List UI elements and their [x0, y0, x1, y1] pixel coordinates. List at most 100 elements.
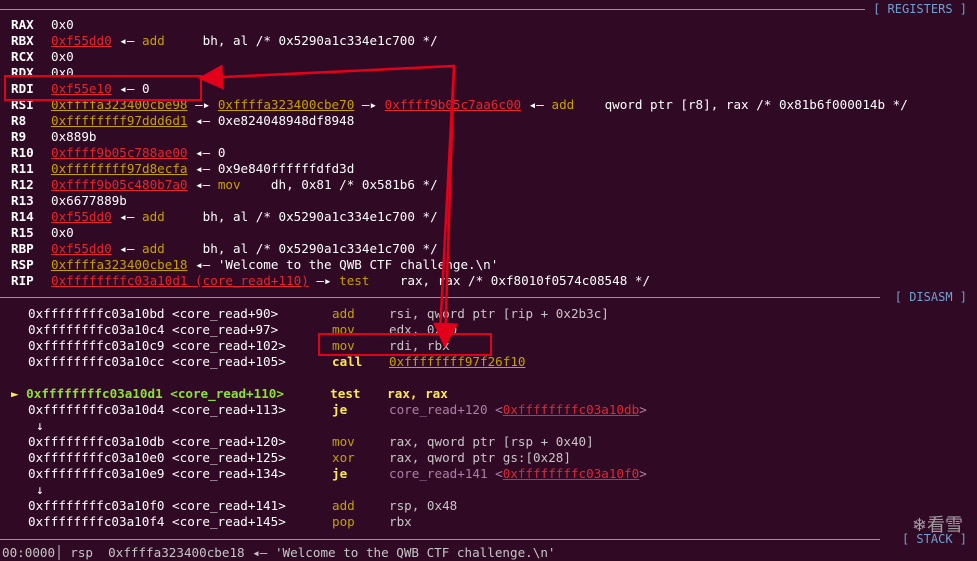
register-value-part: ◂— [187, 177, 218, 192]
register-value-part: ◂— 'Welcome to the QWB CTF challenge.\n' [187, 257, 499, 272]
register-name: R14 [11, 209, 34, 224]
register-value-part: ◂— 0x9e840ffffffdfd3d [187, 161, 355, 176]
snowflake-icon: ❄ [911, 515, 927, 536]
register-value-part: 0xf55dd0 [51, 241, 112, 256]
register-value-part: 0xf55dd0 [51, 33, 112, 48]
disasm-operand: 0xffffffff97f26f10 [389, 354, 526, 369]
disasm-line: 0xffffffffc03a10bd <core_read+90> add rsi,… [28, 306, 609, 322]
disasm-address: 0xffffffffc03a10c4 <core_read+97> [28, 322, 279, 337]
disasm-address: 0xffffffffc03a10bd <core_read+90> [28, 306, 279, 321]
register-r13: R13 0x6677889b [11, 193, 127, 209]
disasm-address: 0xffffffffc03a10f4 <core_read+145> [28, 514, 286, 529]
disasm-operand: rbx [389, 514, 412, 529]
disasm-mnemonic: mov [332, 434, 355, 449]
register-r12: R12 0xffff9b05c480b7a0 ◂— mov dh, 0x81 /*… [11, 177, 438, 193]
register-value-part: 0xffffa323400cbe18 [51, 257, 188, 272]
disasm-operand: rax, rax [387, 386, 448, 401]
register-value-part: 0x0 [51, 49, 74, 64]
registers-header: [ REGISTERS ] [867, 2, 967, 16]
register-value-part: add [142, 209, 165, 224]
disasm-operand: rsi, qword ptr [rip + 0x2b3c] [389, 306, 609, 321]
register-value-part: 0xffff9b05c480b7a0 [51, 177, 188, 192]
disasm-line: 0xffffffffc03a10db <core_read+120> mov rax… [28, 434, 594, 450]
register-value-part: qword ptr [r8], rax /* 0x81b6f000014b */ [574, 97, 908, 112]
register-name: RSP [11, 257, 34, 272]
disasm-mnemonic: test [330, 386, 361, 401]
register-value-part: 0xffff9b05c788ae00 [51, 145, 188, 160]
register-value-part: ◂— 0 [187, 145, 226, 160]
disasm-line: 0xffffffffc03a10f0 <core_read+141> add rsp… [28, 498, 457, 514]
register-value-part: test [339, 273, 370, 288]
register-value-part: add [142, 241, 165, 256]
disasm-mnemonic: call [332, 354, 363, 369]
register-r9: R9 0x889b [11, 129, 97, 145]
register-rip: RIP 0xffffffffc03a10d1 (core_read+110) —▸… [11, 273, 650, 289]
annotation-box-mov-rdi-rbx [318, 333, 492, 356]
register-name: RBX [11, 33, 34, 48]
watermark-logo: ❄看雪 [912, 511, 963, 537]
register-value-part: 0x0 [51, 225, 74, 240]
disasm-line: 0xffffffffc03a10d4 <core_read+113> je core… [28, 402, 647, 418]
disasm-mnemonic: je [332, 402, 348, 417]
disasm-header: [ DISASM ] [888, 290, 967, 304]
disasm-operand: > [639, 402, 647, 417]
disasm-address: 0xffffffffc03a10e0 <core_read+125> [28, 450, 286, 465]
register-r14: R14 0xf55dd0 ◂— add bh, al /* 0x5290a1c33… [11, 209, 438, 225]
disasm-operand: rax, qword ptr gs:[0x28] [389, 450, 571, 465]
annotation-box-rdi [4, 75, 202, 101]
register-value-part: 0x0 [51, 17, 74, 32]
disasm-operand: core_read+141 < [389, 466, 503, 481]
register-value-part: 0xffff9b05c7aa6c00 [384, 97, 522, 112]
register-r15: R15 0x0 [11, 225, 74, 241]
register-name: RCX [11, 49, 34, 64]
disasm-line: 0xffffffffc03a10e0 <core_read+125> xor rax… [28, 450, 571, 466]
disasm-address: 0xffffffffc03a10e9 <core_read+134> [28, 466, 286, 481]
register-name: R8 [11, 113, 27, 128]
disasm-operand: 0xffffffffc03a10f0 [502, 466, 640, 481]
register-value-part: ◂— [111, 241, 143, 256]
register-name: RBP [11, 241, 34, 256]
register-name: R13 [11, 193, 34, 208]
register-value-part: ◂— [111, 33, 143, 48]
register-value-part: mov [217, 177, 241, 192]
register-value-part: 0x6677889b [51, 193, 127, 208]
disasm-address: 0xffffffffc03a10d4 <core_read+113> [28, 402, 286, 417]
disasm-address: 0xffffffffc03a10f0 <core_read+141> [28, 498, 286, 513]
register-value-part: add [551, 97, 575, 112]
register-value-part: bh, al /* 0x5290a1c334e1c700 */ [164, 209, 438, 224]
disasm-operand: rsp, 0x48 [389, 498, 458, 513]
disasm-mnemonic: add [332, 498, 355, 513]
jump-arrow-1: ↓ [36, 418, 44, 433]
register-value-part: bh, al /* 0x5290a1c334e1c700 */ [164, 241, 438, 256]
register-value-part: add [142, 33, 165, 48]
register-name: R15 [11, 225, 34, 240]
register-name: R12 [11, 177, 34, 192]
registers-rule [0, 9, 865, 10]
disasm-rule [0, 297, 880, 298]
register-name: RAX [11, 17, 34, 32]
register-rsp: RSP 0xffffa323400cbe18 ◂— 'Welcome to the… [11, 257, 498, 273]
register-r11: R11 0xffffffff97d8ecfa ◂— 0x9e840ffffffdf… [11, 161, 354, 177]
register-value-part: dh, 0x81 /* 0x581b6 */ [240, 177, 438, 192]
disasm-address: 0xffffffffc03a10c9 <core_read+102> [28, 338, 286, 353]
jump-arrow-2: ↓ [36, 482, 44, 497]
disasm-line: ► 0xffffffffc03a10d1 <core_read+110> test… [11, 386, 448, 402]
disasm-operand: > [639, 466, 647, 481]
watermark-text: 看雪 [927, 515, 963, 536]
register-name: R9 [11, 129, 27, 144]
register-value-part: 0xffffffff97ddd6d1 [51, 113, 188, 128]
register-value-part: ◂— [111, 209, 143, 224]
register-value-part: 0xf55dd0 [51, 209, 112, 224]
register-name: RIP [11, 273, 34, 288]
disasm-address: 0xffffffffc03a10d1 <core_read+110> [26, 386, 284, 401]
register-value-part: 0x889b [51, 129, 97, 144]
register-value-part: bh, al /* 0x5290a1c334e1c700 */ [164, 33, 438, 48]
register-rax: RAX 0x0 [11, 17, 74, 33]
disasm-mnemonic: je [332, 466, 348, 481]
disasm-mnemonic: add [332, 306, 355, 321]
register-value-part: —▸ [354, 97, 385, 112]
register-value-part: 0xffffffff97d8ecfa [51, 161, 188, 176]
disasm-address: 0xffffffffc03a10db <core_read+120> [28, 434, 286, 449]
register-rcx: RCX 0x0 [11, 49, 74, 65]
register-rbx: RBX 0xf55dd0 ◂— add bh, al /* 0x5290a1c33… [11, 33, 438, 49]
